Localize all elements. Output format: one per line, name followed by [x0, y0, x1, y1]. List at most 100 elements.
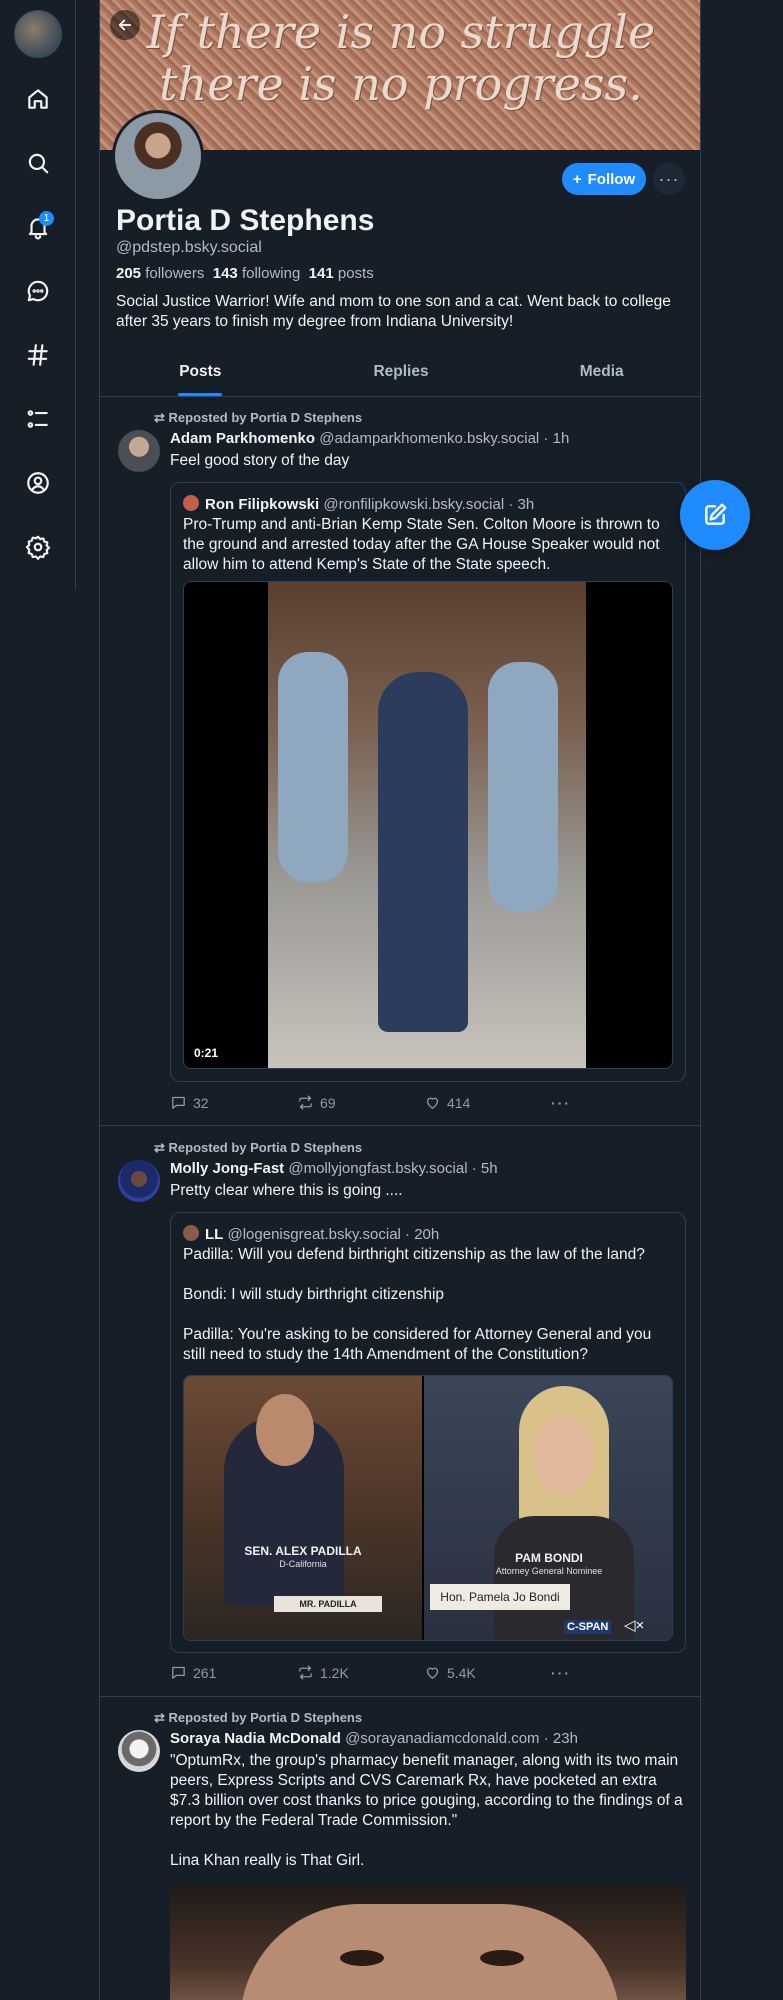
tab-posts[interactable]: Posts	[100, 355, 301, 396]
repost-icon	[299, 1665, 312, 1680]
quote-author-handle: @logenisgreat.bsky.social · 20h	[227, 1226, 440, 1243]
network-logo: C-SPAN	[564, 1620, 612, 1634]
author-handle[interactable]: @mollyjongfast.bsky.social · 5h	[288, 1160, 497, 1177]
lists-nav-button[interactable]	[15, 396, 61, 442]
settings-nav-button[interactable]	[15, 524, 61, 570]
tab-replies[interactable]: Replies	[301, 355, 502, 396]
profile-more-button[interactable]: ···	[653, 163, 685, 195]
quote-text: Padilla: Will you defend birthright citi…	[183, 1246, 652, 1363]
left-nav-rail: 1	[0, 0, 76, 590]
avatar[interactable]	[118, 430, 160, 472]
tab-media[interactable]: Media	[501, 355, 700, 396]
more-icon: ···	[550, 1094, 571, 1111]
search-nav-button[interactable]	[15, 140, 61, 186]
follow-button[interactable]: + Follow	[562, 163, 646, 195]
more-icon: ···	[658, 168, 680, 189]
follow-label: Follow	[587, 170, 636, 188]
video-duration: 0:21	[194, 1046, 219, 1060]
profile-avatar[interactable]	[112, 110, 204, 202]
compose-post-button[interactable]	[680, 480, 750, 550]
repost-label: ⇄ Reposted by Portia D Stephens	[154, 1140, 363, 1155]
back-button[interactable]	[110, 10, 140, 40]
profile-tabs: Posts Replies Media	[100, 355, 700, 397]
followers-link[interactable]: 205 followers	[116, 265, 204, 282]
post-header: Adam Parkhomenko @adamparkhomenko.bsky.s…	[170, 430, 569, 447]
video-thumbnail	[268, 582, 586, 1068]
image-right-panel: PAM BONDI Attorney General Nominee Hon. …	[424, 1376, 672, 1640]
reply-button[interactable]: 32	[170, 1094, 297, 1111]
avatar	[183, 495, 199, 511]
post-more-button[interactable]: ···	[551, 1664, 590, 1681]
repost-icon	[299, 1095, 312, 1110]
heart-icon	[426, 1097, 439, 1109]
plus-icon: +	[572, 170, 582, 188]
author-name[interactable]: Molly Jong-Fast	[170, 1160, 284, 1177]
following-link[interactable]: 143 following	[213, 265, 301, 282]
author-handle[interactable]: @adamparkhomenko.bsky.social · 1h	[319, 430, 569, 447]
post-header: Molly Jong-Fast @mollyjongfast.bsky.soci…	[170, 1160, 498, 1177]
author-name[interactable]: Adam Parkhomenko	[170, 430, 315, 447]
hashtag-icon	[27, 344, 48, 366]
post-actions: 261 1.2K 5.4K ···	[170, 1664, 590, 1681]
video-player[interactable]: 0:21	[183, 581, 673, 1069]
reply-icon	[172, 1096, 185, 1109]
search-icon	[28, 153, 49, 174]
list-icon	[27, 410, 48, 428]
quote-author-handle: @ronfilipkowski.bsky.social · 3h	[323, 496, 535, 513]
repost-button[interactable]: 69	[297, 1094, 424, 1111]
feed-post[interactable]: ⇄ Reposted by Portia D Stephens Adam Par…	[100, 397, 700, 1126]
compose-icon	[705, 503, 727, 525]
post-header: Soraya Nadia McDonald @sorayanadiamcdona…	[170, 1730, 578, 1747]
quoted-post[interactable]: LL @logenisgreat.bsky.social · 20h Padil…	[170, 1212, 686, 1653]
more-icon: ···	[550, 1664, 571, 1681]
profile-stats: 205 followers 143 following 141 posts	[116, 265, 374, 282]
like-button[interactable]: 5.4K	[424, 1664, 551, 1681]
repost-button[interactable]: 1.2K	[297, 1664, 424, 1681]
quote-header: Ron Filipkowski @ronfilipkowski.bsky.soc…	[183, 495, 534, 513]
profile-bio: Social Justice Warrior! Wife and mom to …	[116, 293, 671, 330]
avatar[interactable]	[118, 1730, 160, 1772]
like-button[interactable]: 414	[424, 1094, 551, 1111]
post-more-button[interactable]: ···	[551, 1094, 590, 1111]
caption-sub: Attorney General Nominee	[495, 1566, 603, 1576]
caption-name: PAM BONDI	[515, 1551, 583, 1565]
current-user-avatar[interactable]	[14, 10, 62, 58]
author-name[interactable]: Soraya Nadia McDonald	[170, 1730, 341, 1747]
mute-icon[interactable]: ◁×	[624, 1616, 644, 1634]
avatar	[183, 1225, 199, 1241]
reply-button[interactable]: 261	[170, 1664, 297, 1681]
avatar[interactable]	[118, 1160, 160, 1202]
profile-name: Portia D Stephens	[116, 204, 375, 237]
post-text: Pretty clear where this is going ....	[170, 1182, 403, 1199]
reply-icon	[172, 1666, 185, 1679]
settings-icon	[25, 535, 51, 560]
profile-nav-button[interactable]	[15, 460, 61, 506]
image-attachment[interactable]	[170, 1884, 686, 2000]
profile-feed-column: If there is no struggle there is no prog…	[99, 0, 701, 2000]
home-nav-button[interactable]	[15, 76, 61, 122]
profile-icon	[27, 472, 49, 494]
post-text: Feel good story of the day	[170, 452, 350, 469]
profile-handle: @pdstep.bsky.social	[116, 239, 262, 256]
nameplate: Hon. Pamela Jo Bondi	[430, 1584, 570, 1610]
posts-count: 141 posts	[308, 265, 374, 282]
feed-post[interactable]: ⇄ Reposted by Portia D Stephens Soraya N…	[100, 1697, 700, 2000]
arrow-left-icon	[118, 19, 132, 31]
feeds-nav-button[interactable]	[15, 332, 61, 378]
quoted-post[interactable]: Ron Filipkowski @ronfilipkowski.bsky.soc…	[170, 482, 686, 1082]
heart-icon	[426, 1667, 439, 1679]
quote-author-name: Ron Filipkowski	[205, 496, 320, 513]
notifications-nav-button[interactable]: 1	[15, 204, 61, 250]
post-actions: 32 69 414 ···	[170, 1094, 590, 1111]
image-left-panel: SEN. ALEX PADILLA D-California MR. PADIL…	[184, 1376, 422, 1640]
nameplate: MR. PADILLA	[274, 1596, 382, 1612]
chat-nav-button[interactable]	[15, 268, 61, 314]
quote-text: Pro-Trump and anti-Brian Kemp State Sen.…	[183, 516, 660, 573]
feed-post[interactable]: ⇄ Reposted by Portia D Stephens Molly Jo…	[100, 1126, 700, 1697]
chat-icon	[27, 280, 49, 302]
quote-author-name: LL	[205, 1226, 224, 1243]
author-handle[interactable]: @sorayanadiamcdonald.com · 23h	[345, 1730, 578, 1747]
caption-name: SEN. ALEX PADILLA	[244, 1544, 362, 1558]
image-attachment[interactable]: SEN. ALEX PADILLA D-California MR. PADIL…	[183, 1375, 673, 1641]
banner-quote: If there is no struggle there is no prog…	[146, 5, 656, 111]
